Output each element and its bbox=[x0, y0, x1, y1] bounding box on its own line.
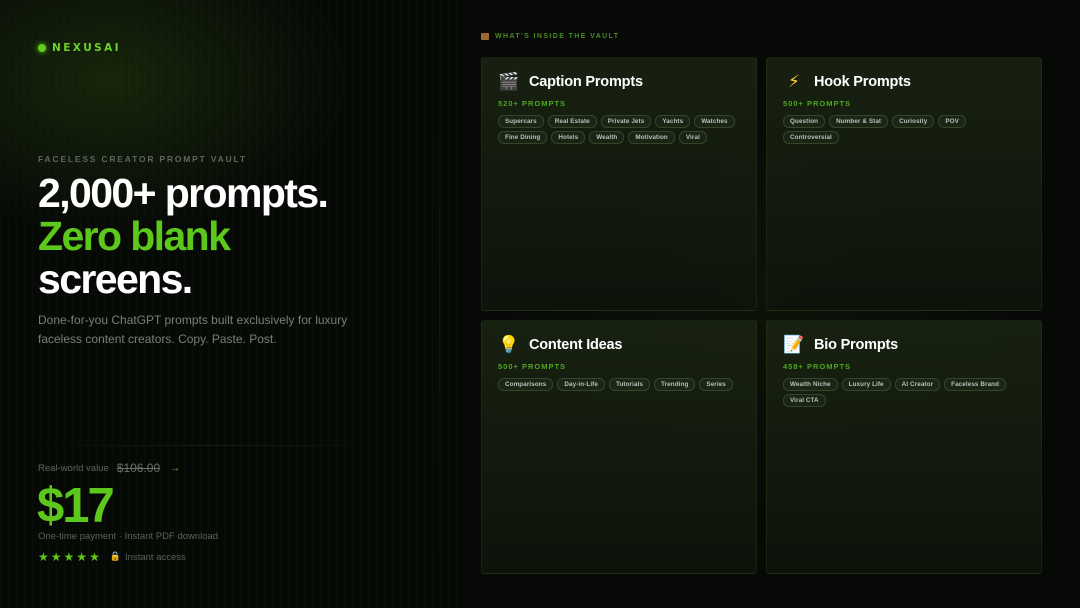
lock-icon: 🔒 bbox=[109, 552, 122, 562]
brand-logo[interactable]: NEXUSAI bbox=[38, 42, 121, 54]
vault-section-label: WHAT'S INSIDE THE VAULT bbox=[481, 33, 619, 40]
tag: Watches bbox=[694, 115, 735, 128]
tag: Motivation bbox=[628, 131, 675, 144]
tag: Number & Stat bbox=[829, 115, 889, 128]
tag: Real Estate bbox=[547, 115, 597, 128]
star-rating: ★ ★ ★ ★ ★ bbox=[38, 550, 100, 564]
clapperboard-icon: 🎬 bbox=[498, 72, 520, 92]
tag: Viral CTA bbox=[783, 394, 826, 407]
real-world-value: $106.00 bbox=[116, 461, 161, 475]
hero-headline: 2,000+ prompts. Zero blank screens. bbox=[38, 170, 329, 302]
real-world-value-row: Real-world value $106.00 → bbox=[38, 461, 180, 475]
tag: Series bbox=[699, 378, 733, 391]
star-icon: ★ bbox=[50, 550, 62, 564]
column-divider bbox=[439, 40, 440, 560]
hero-eyebrow: FACELESS CREATOR PROMPT VAULT bbox=[38, 154, 247, 164]
access-label: Instant access bbox=[125, 551, 186, 563]
tag: AI Creator bbox=[894, 378, 941, 391]
card-count: 500+ PROMPTS bbox=[783, 99, 852, 108]
tag: Comparisons bbox=[498, 378, 554, 391]
card-caption-prompts[interactable]: 🎬 Caption Prompts 520+ PROMPTS Supercars… bbox=[481, 57, 757, 311]
tag-list: Question Number & Stat Curiosity POV Con… bbox=[783, 115, 1025, 144]
hero-subtext: Done-for-you ChatGPT prompts built exclu… bbox=[38, 313, 348, 346]
tag: Yachts bbox=[655, 115, 691, 128]
tag: Fine Dining bbox=[498, 131, 548, 144]
star-icon: ★ bbox=[89, 550, 100, 564]
card-title: Content Ideas bbox=[529, 337, 623, 353]
price-note: One-time payment · Instant PDF download bbox=[38, 531, 219, 542]
card-count: 458+ PROMPTS bbox=[783, 362, 852, 371]
lightning-icon: ⚡ bbox=[788, 72, 800, 92]
card-title: Caption Prompts bbox=[529, 74, 643, 90]
tag: Trending bbox=[654, 378, 696, 391]
lightbulb-icon: 💡 bbox=[498, 335, 520, 355]
card-header: 💡 Content Ideas bbox=[498, 334, 740, 356]
tag: Private Jets bbox=[600, 115, 652, 128]
tag: Wealth Niche bbox=[783, 378, 838, 391]
tag: Day-in-Life bbox=[557, 378, 605, 391]
tag-list: Supercars Real Estate Private Jets Yacht… bbox=[498, 115, 740, 144]
card-header: ⚡ Hook Prompts bbox=[783, 71, 1025, 93]
tag: Faceless Brand bbox=[944, 378, 1007, 391]
tag: Viral bbox=[678, 131, 707, 144]
tag-list: Wealth Niche Luxury Life AI Creator Face… bbox=[783, 378, 1025, 407]
tag: Controversial bbox=[783, 131, 839, 144]
card-count: 520+ PROMPTS bbox=[498, 99, 567, 108]
headline-line-2: Zero blank bbox=[38, 213, 231, 259]
brand-dot-icon bbox=[38, 44, 46, 52]
card-header: 🎬 Caption Prompts bbox=[498, 71, 740, 93]
tag: Supercars bbox=[498, 115, 544, 128]
headline-line-1: 2,000+ prompts. bbox=[38, 170, 329, 216]
headline-line-3: screens. bbox=[38, 256, 193, 302]
card-hook-prompts[interactable]: ⚡ Hook Prompts 500+ PROMPTS Question Num… bbox=[766, 57, 1042, 311]
card-title: Hook Prompts bbox=[814, 74, 911, 90]
instant-access: 🔒 Instant access bbox=[110, 552, 186, 563]
tag: Question bbox=[783, 115, 826, 128]
tag: Luxury Life bbox=[841, 378, 891, 391]
vault-label-text: WHAT'S INSIDE THE VAULT bbox=[495, 33, 620, 40]
tag-list: Comparisons Day-in-Life Tutorials Trendi… bbox=[498, 378, 740, 391]
arrow-right-icon: → bbox=[170, 462, 181, 474]
brand-name: NEXUSAI bbox=[52, 42, 121, 54]
memo-icon: 📝 bbox=[783, 335, 805, 355]
price: $17 bbox=[37, 479, 115, 533]
tag: POV bbox=[938, 115, 966, 128]
card-title: Bio Prompts bbox=[814, 337, 898, 353]
real-world-label: Real-world value bbox=[38, 462, 109, 474]
box-icon bbox=[481, 33, 489, 40]
tag: Hotels bbox=[551, 131, 586, 144]
star-icon: ★ bbox=[38, 550, 49, 564]
card-content-ideas[interactable]: 💡 Content Ideas 500+ PROMPTS Comparisons… bbox=[481, 320, 757, 574]
star-icon: ★ bbox=[63, 550, 75, 564]
rating-row: ★ ★ ★ ★ ★ 🔒 Instant access bbox=[38, 550, 186, 564]
card-header: 📝 Bio Prompts bbox=[783, 334, 1025, 356]
star-icon: ★ bbox=[76, 550, 88, 564]
tag: Tutorials bbox=[608, 378, 651, 391]
card-bio-prompts[interactable]: 📝 Bio Prompts 458+ PROMPTS Wealth Niche … bbox=[766, 320, 1042, 574]
tag: Wealth bbox=[589, 131, 625, 144]
card-count: 500+ PROMPTS bbox=[498, 362, 567, 371]
tag: Curiosity bbox=[892, 115, 935, 128]
price-divider bbox=[30, 445, 396, 446]
